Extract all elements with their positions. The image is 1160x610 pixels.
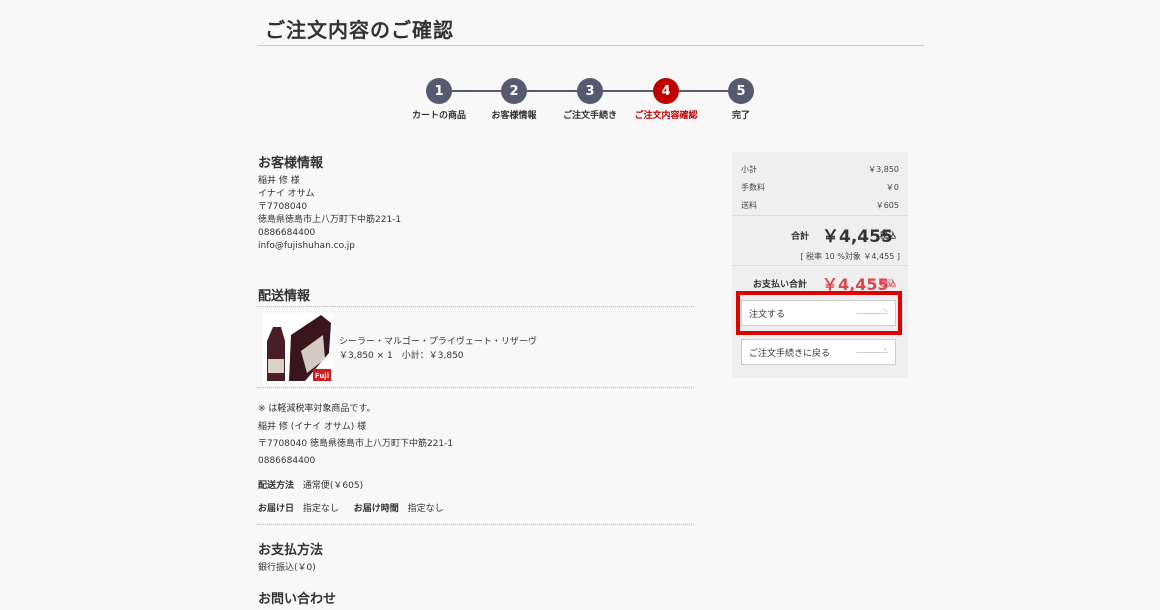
total-label: 合計 (791, 232, 810, 242)
step-2-circle: 2 (501, 78, 527, 104)
shipping-label: 送料 (741, 201, 757, 210)
delivery-heading: 配送情報 (258, 289, 311, 304)
payment-method: 銀行振込(￥0) (258, 563, 316, 573)
fee-value: ￥0 (885, 183, 899, 192)
order-button[interactable]: 注文する (741, 300, 896, 326)
subtotal-label: 小計 (741, 165, 757, 174)
delivery-time-value: 指定なし (407, 504, 444, 514)
recipient-name: 稲井 修 (イナイ オサム) 様 (258, 422, 367, 432)
divider (258, 306, 694, 307)
delivery-method: 配送方法 通常便(￥605) (258, 480, 363, 493)
page-title: ご注文内容のご確認 (265, 18, 454, 42)
shipping-value: ￥605 (875, 201, 899, 210)
back-to-checkout-button[interactable]: ご注文手続きに戻る (741, 339, 896, 365)
pay-total-label: お支払い合計 (753, 280, 808, 290)
recipient-address: 〒7708040 徳島県徳島市上八万町下中筋221-1 (258, 439, 454, 449)
product-image[interactable]: Fuji (263, 313, 333, 383)
total-tax-in: 税込 (880, 231, 896, 240)
step-1-label: カートの商品 (411, 111, 467, 121)
order-button-label: 注文する (749, 309, 786, 320)
customer-heading: お客様情報 (258, 156, 324, 171)
arrow-right-icon (857, 352, 887, 353)
delivery-method-label: 配送方法 (258, 481, 295, 491)
pay-total-tax-in: 税込 (880, 279, 896, 288)
payment-heading: お支払方法 (258, 543, 324, 558)
product-price: ￥3,850 × 1 小計：￥3,850 (339, 351, 464, 361)
summary-divider (732, 265, 908, 266)
step-5-label: 完了 (731, 111, 751, 121)
wine-bottle-icon: Fuji (263, 313, 333, 383)
fee-label: 手数料 (741, 183, 765, 192)
title-divider (258, 45, 924, 46)
step-4-label: ご注文内容確認 (634, 111, 698, 121)
step-1-circle: 1 (426, 78, 452, 104)
divider (258, 387, 694, 388)
delivery-date-value: 指定なし (302, 504, 339, 514)
customer-address: 徳島県徳島市上八万町下中筋221-1 (258, 215, 402, 225)
product-name: シーラー・マルゴー・プライヴェート・リザーヴ (339, 337, 537, 347)
summary-divider (732, 215, 908, 216)
customer-email: info@fujishuhan.co.jp (258, 241, 356, 251)
subtotal-row: 小計 ￥3,850 (741, 164, 899, 175)
customer-details: 稲井 修 様 イナイ オサム 〒7708040 徳島県徳島市上八万町下中筋221… (258, 175, 401, 253)
fee-row: 手数料 ￥0 (741, 182, 899, 193)
customer-phone: 0886684400 (258, 228, 316, 238)
step-4-circle: 4 (653, 78, 679, 104)
step-2-label: お客様情報 (491, 111, 537, 121)
step-3-circle: 3 (577, 78, 603, 104)
brand-mark: Fuji (315, 372, 329, 380)
customer-postal: 〒7708040 (258, 202, 308, 212)
pay-total-value: ￥4,455 (822, 275, 889, 294)
delivery-time-label: お届け時間 (353, 504, 399, 514)
delivery-date-label: お届け日 (258, 504, 295, 514)
back-button-label: ご注文手続きに戻る (749, 348, 831, 359)
arrow-right-icon (857, 313, 887, 314)
customer-name: 稲井 修 様 (258, 176, 300, 186)
recipient-phone: 0886684400 (258, 456, 316, 466)
delivery-method-value: 通常便(￥605) (302, 481, 364, 491)
step-5-circle: 5 (728, 78, 754, 104)
delivery-date-time: お届け日 指定なし お届け時間 指定なし (258, 503, 444, 516)
tax-note: ※ は軽減税率対象商品です。 (258, 404, 376, 414)
tax-rate-note: [ 税率 10 %対象 ￥4,455 ] (800, 252, 900, 261)
inquiry-heading: お問い合わせ (258, 592, 337, 607)
shipping-row: 送料 ￥605 (741, 200, 899, 211)
customer-kana: イナイ オサム (258, 189, 315, 199)
subtotal-value: ￥3,850 (868, 165, 899, 174)
step-3-label: ご注文手続き (562, 111, 618, 121)
divider (258, 524, 694, 525)
